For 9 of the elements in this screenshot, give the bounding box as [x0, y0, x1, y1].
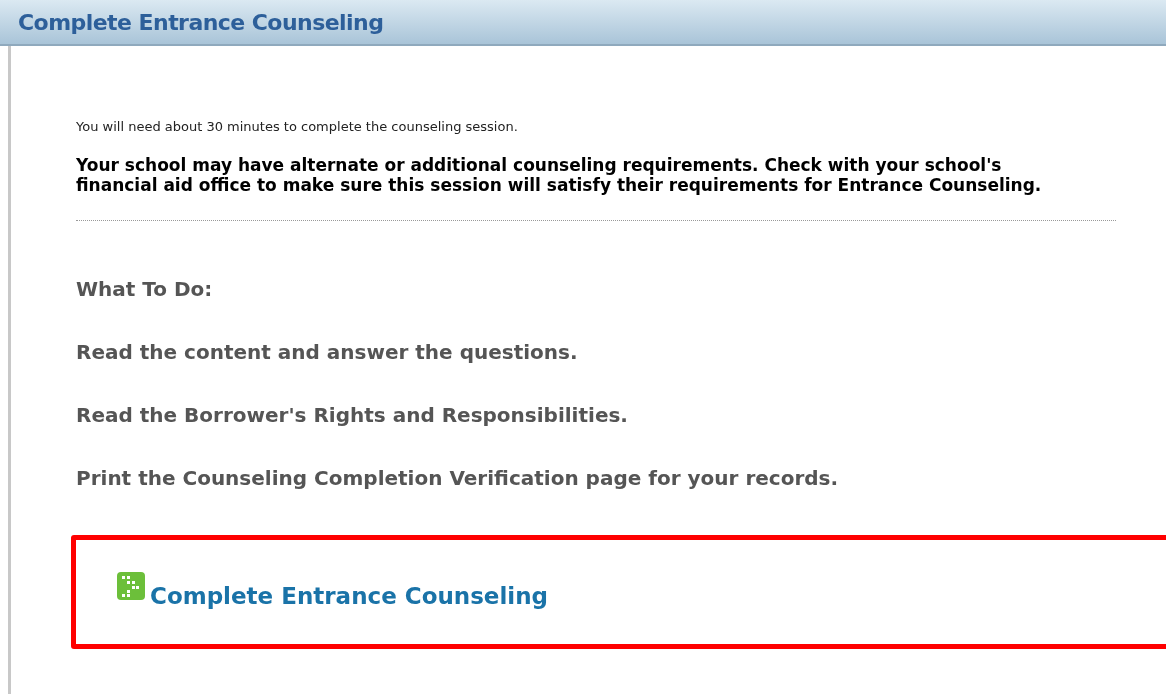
step-text: Read the content and answer the questions.: [76, 339, 579, 366]
step-text: Read the Borrower's Rights and Responsibilities.: [76, 402, 629, 429]
step-text: Print the Counseling Completion Verification page for your records.: [76, 465, 840, 492]
section-title: Complete Entrance Counseling: [18, 8, 384, 37]
steps-heading: What To Do:: [76, 276, 214, 303]
complete-counseling-link[interactable]: Complete Entrance Counseling: [116, 571, 549, 613]
grid-icon: [116, 571, 146, 601]
intro-text: You will need about 30 minutes to complete the counseling session.: [76, 119, 519, 135]
notice-text: Your school may have alternate or additional counseling requirements. Check with your school's financial aid office to make sure this session will satisfy their requirements for Entrance Counseling.: [76, 155, 1043, 195]
